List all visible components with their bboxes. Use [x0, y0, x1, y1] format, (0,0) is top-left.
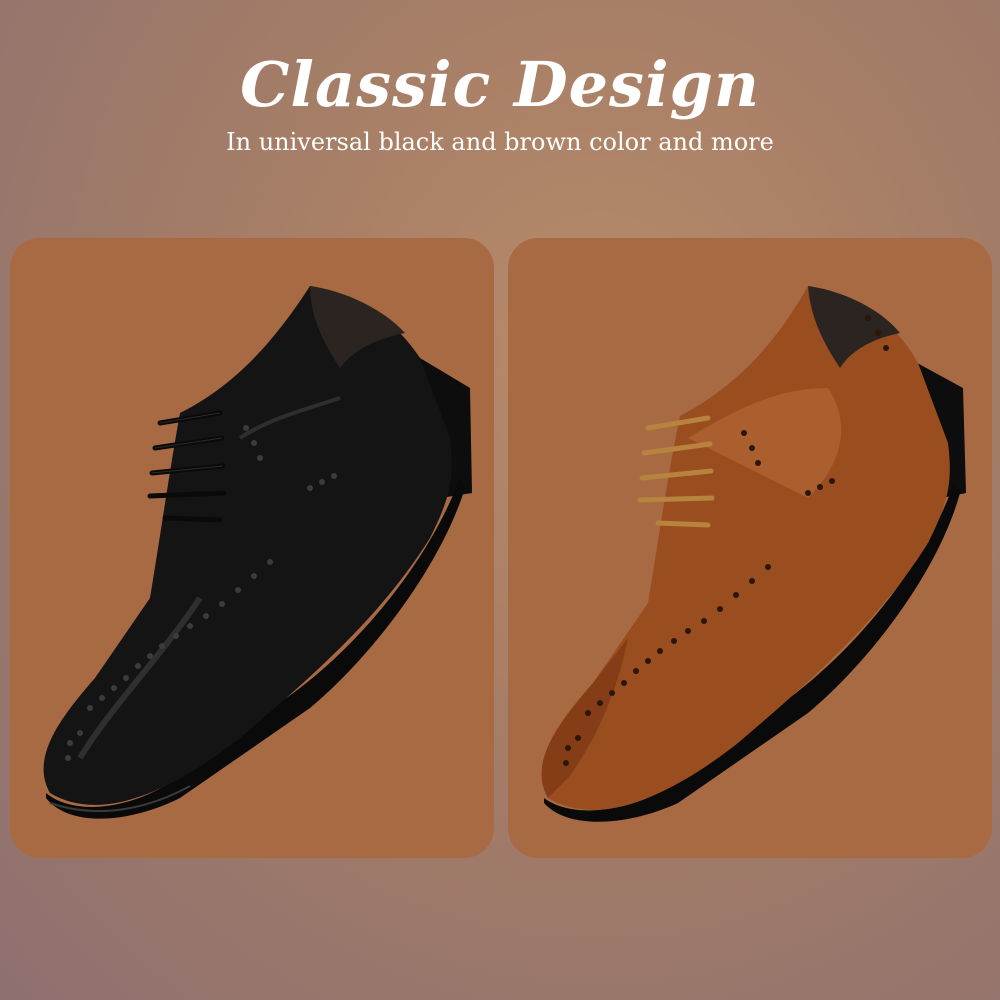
black-shoe-card[interactable]: [10, 238, 494, 858]
black-brogue-shoe-image: [43, 286, 472, 819]
page-title: Classic Design: [240, 48, 760, 121]
brown-brogue-shoe-image: [541, 286, 966, 822]
brown-shoe-card[interactable]: [508, 238, 992, 858]
page-subtitle: In universal black and brown color and m…: [226, 128, 774, 156]
